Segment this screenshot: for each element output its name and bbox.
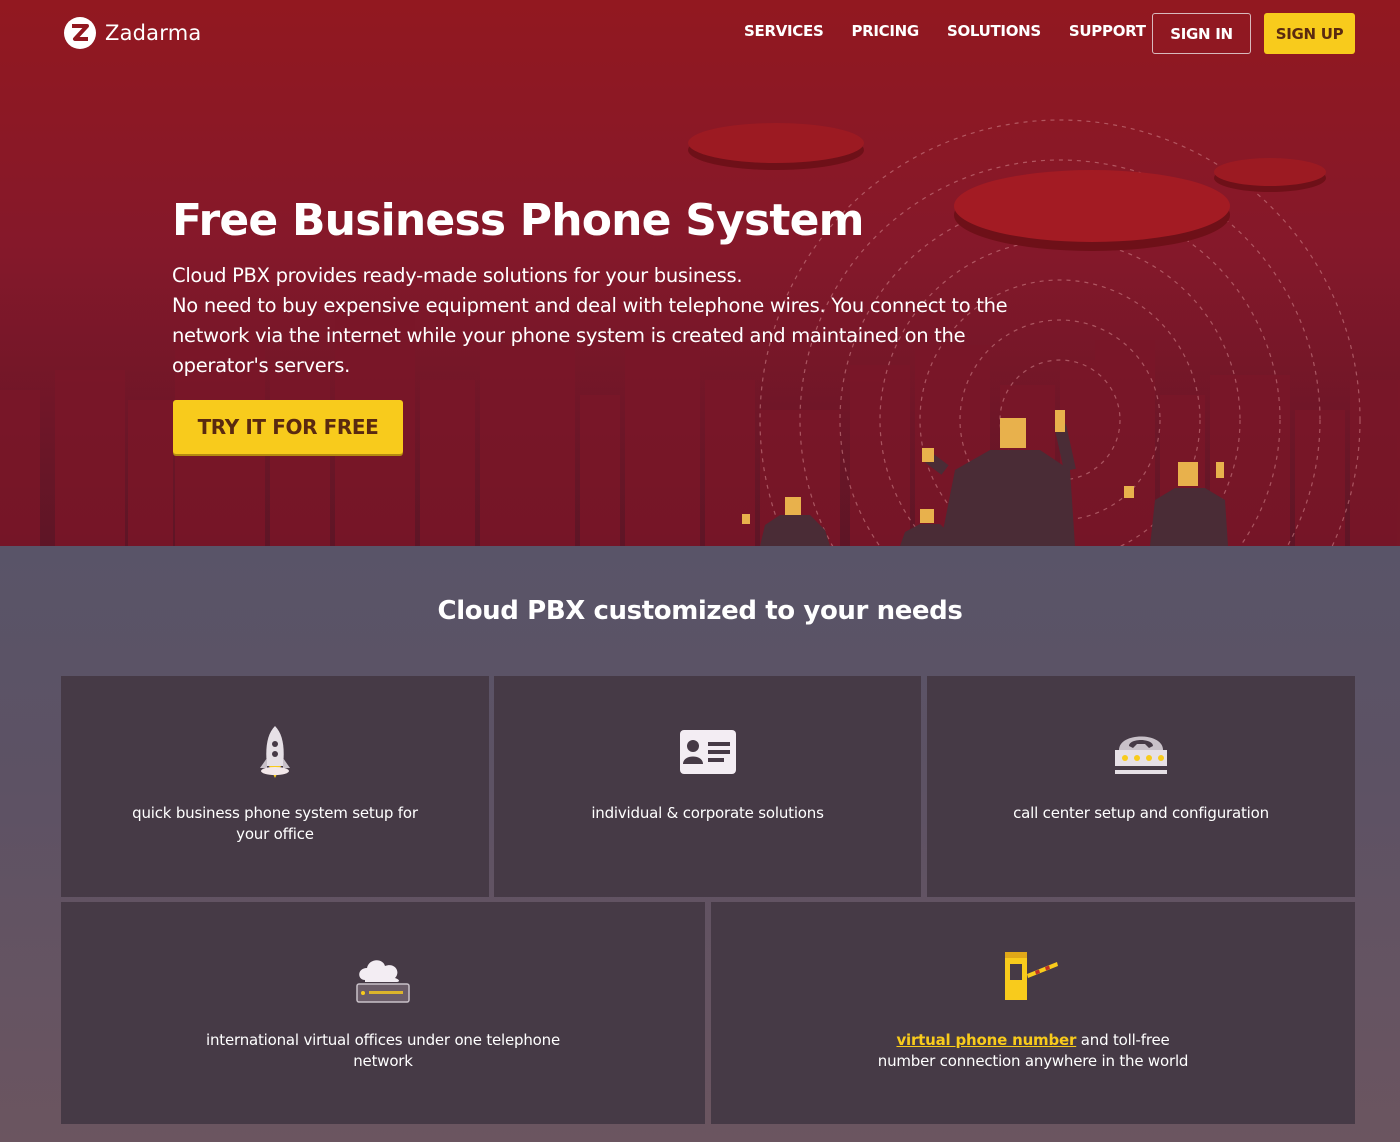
office-phone-icon	[1115, 736, 1167, 774]
nav-support[interactable]: SUPPORT	[1069, 22, 1146, 40]
feature-card-virtual-offices: international virtual offices under one …	[61, 902, 705, 1124]
feature-text-virtual-offices: international virtual offices under one …	[206, 1031, 560, 1070]
nav-pricing[interactable]: PRICING	[851, 22, 919, 40]
logo-text: Zadarma	[105, 21, 202, 45]
features-section: Cloud PBX customized to your needs quick…	[0, 546, 1400, 1142]
hero-description-line2: No need to buy expensive equipment and d…	[172, 294, 1008, 377]
feature-card-setup: quick business phone system setup for yo…	[61, 676, 489, 897]
feature-card-solutions: individual & corporate solutions	[494, 676, 921, 897]
nav-solutions[interactable]: SOLUTIONS	[947, 22, 1041, 40]
hero-section: Zadarma SERVICES PRICING SOLUTIONS SUPPO…	[0, 0, 1400, 546]
feature-text-solutions: individual & corporate solutions	[591, 804, 824, 822]
hero-title: Free Business Phone System	[172, 195, 865, 246]
toll-booth-icon	[1005, 952, 1058, 1000]
id-card-icon	[680, 730, 736, 774]
feature-text-phone-number: virtual phone number and toll-free numbe…	[711, 1030, 1355, 1072]
sign-up-button[interactable]: SIGN UP	[1264, 13, 1355, 54]
zadarma-logo-icon	[64, 17, 96, 49]
sign-in-button[interactable]: SIGN IN	[1152, 13, 1251, 54]
feature-card-callcenter: call center setup and configuration	[927, 676, 1355, 897]
feature-card-phone-number: virtual phone number and toll-free numbe…	[711, 902, 1355, 1124]
virtual-phone-number-link[interactable]: virtual phone number	[896, 1031, 1076, 1049]
feature-text-setup: quick business phone system setup for yo…	[132, 804, 418, 843]
try-free-button[interactable]: TRY IT FOR FREE	[173, 400, 403, 454]
feature-text-callcenter: call center setup and configuration	[1013, 804, 1269, 822]
zadarma-logo[interactable]: Zadarma	[63, 16, 201, 50]
hero-description-line1: Cloud PBX provides ready-made solutions …	[172, 264, 743, 287]
cloud-server-icon	[356, 960, 410, 1003]
nav-services[interactable]: SERVICES	[744, 22, 824, 40]
rocket-icon	[260, 726, 290, 778]
hero-description: Cloud PBX provides ready-made solutions …	[172, 261, 1022, 381]
main-nav: SERVICES PRICING SOLUTIONS SUPPORT	[744, 22, 1146, 40]
features-title: Cloud PBX customized to your needs	[437, 596, 963, 626]
